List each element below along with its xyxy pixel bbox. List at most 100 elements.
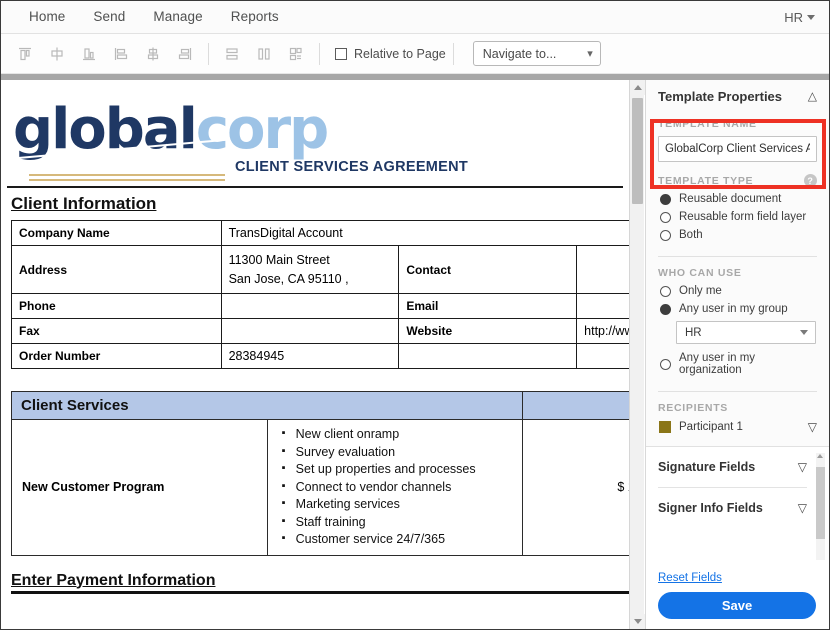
panel-footer: Reset Fields Save — [646, 566, 829, 629]
cell-value-address[interactable]: 11300 Main Street San Jose, CA 95110 , — [220, 245, 400, 294]
radio-icon-selected — [660, 303, 671, 315]
radio-label: Both — [679, 229, 703, 241]
toolbar-divider — [208, 42, 209, 65]
document-header: globalcorp CLIENT SERVICES AGREEMENT — [7, 102, 623, 186]
align-vertical-center-icon[interactable] — [42, 40, 72, 68]
distribute-horizontal-icon[interactable] — [249, 40, 279, 68]
radio-label: Reusable document — [679, 193, 782, 205]
document-title: CLIENT SERVICES AGREEMENT — [235, 159, 469, 175]
logo-underline-1 — [29, 174, 225, 176]
chevron-down-icon[interactable]: ▽ — [808, 420, 817, 434]
chevron-down-icon: ▾ — [587, 48, 593, 60]
field-sections-scrollbar[interactable] — [816, 453, 825, 560]
document-scrollbar[interactable] — [629, 80, 645, 629]
align-bottom-icon[interactable] — [74, 40, 104, 68]
application-window: Home Send Manage Reports HR Relative to … — [0, 0, 830, 630]
reset-fields-link[interactable]: Reset Fields — [658, 572, 722, 584]
align-horizontal-center-icon[interactable] — [138, 40, 168, 68]
alignment-toolbar: Relative to Page Navigate to... ▾ — [1, 34, 829, 74]
group-select-value: HR — [685, 326, 702, 339]
list-item: Customer service 24/7/365 — [280, 530, 519, 549]
chevron-down-icon[interactable]: ▽ — [798, 460, 807, 474]
list-item: Set up properties and processes — [280, 460, 519, 479]
user-menu[interactable]: HR — [784, 10, 829, 25]
save-button[interactable]: Save — [658, 592, 816, 619]
section-heading-client-information: Client Information — [11, 194, 157, 213]
align-top-icon[interactable] — [10, 40, 40, 68]
panel-divider — [658, 256, 817, 257]
recipient-participant-1[interactable]: Participant 1 ▽ — [659, 420, 817, 434]
logo-underline-2 — [29, 179, 225, 181]
radio-any-user-in-my-group[interactable]: Any user in my group — [660, 303, 817, 315]
radio-label: Only me — [679, 285, 722, 297]
top-navigation-bar: Home Send Manage Reports HR — [1, 1, 829, 34]
radio-both[interactable]: Both — [660, 229, 817, 241]
header-rule — [7, 186, 623, 188]
align-right-icon[interactable] — [170, 40, 200, 68]
who-can-use-group: WHO CAN USE Only me Any user in my group… — [646, 261, 829, 382]
user-menu-label: HR — [784, 9, 803, 25]
cell-value-blank[interactable] — [576, 343, 629, 369]
recipients-group: RECIPIENTS Participant 1 ▽ — [646, 396, 829, 440]
radio-icon-selected — [660, 193, 671, 205]
triangle-up-icon — [633, 85, 642, 90]
radio-reusable-form-field-layer[interactable]: Reusable form field layer — [660, 211, 817, 223]
radio-only-me[interactable]: Only me — [660, 285, 817, 297]
group-select-dropdown[interactable]: HR — [676, 321, 816, 344]
help-icon[interactable]: ? — [804, 174, 817, 187]
table-row: Fax Website http://www.transdigitalcorp.… — [11, 318, 629, 344]
radio-label: Any user in my group — [679, 303, 788, 315]
radio-icon — [660, 358, 671, 370]
relative-to-page-checkbox[interactable]: Relative to Page — [335, 47, 446, 61]
cell-label-fax: Fax — [11, 318, 222, 344]
align-left-icon[interactable] — [106, 40, 136, 68]
cell-label-address: Address — [11, 245, 222, 294]
scrollbar-thumb[interactable] — [816, 467, 825, 539]
cell-value-order-number[interactable]: 28384945 — [220, 343, 400, 369]
distribute-vertical-icon[interactable] — [217, 40, 247, 68]
cell-value-contact[interactable] — [576, 245, 629, 294]
relative-to-page-label: Relative to Page — [354, 46, 446, 61]
nav-link-reports[interactable]: Reports — [217, 1, 293, 33]
table-row: New Customer Program New client onramp S… — [11, 419, 629, 556]
recipient-color-swatch — [659, 421, 671, 433]
triangle-down-icon — [633, 619, 642, 624]
radio-any-user-in-my-organization[interactable]: Any user in my organization — [660, 352, 817, 376]
scrollbar-thumb[interactable] — [632, 98, 643, 204]
cell-value-company-name[interactable]: TransDigital Account — [220, 220, 629, 246]
chevron-down-icon — [800, 330, 808, 335]
cell-program-name: New Customer Program — [11, 419, 268, 556]
template-type-label: TEMPLATE TYPE — [658, 174, 754, 187]
recipient-name: Participant 1 — [679, 421, 743, 433]
globalcorp-logo: globalcorp — [13, 102, 329, 158]
section-signature-fields[interactable]: Signature Fields ▽ — [646, 447, 829, 487]
template-name-input[interactable] — [658, 136, 817, 162]
cell-value-website[interactable]: http://www.transdigitalcorp.com — [576, 318, 629, 344]
document-page: globalcorp CLIENT SERVICES AGREEMENT Cli… — [1, 80, 629, 594]
panel-header[interactable]: Template Properties △ — [646, 80, 829, 112]
scroll-up-button[interactable] — [630, 80, 645, 95]
document-viewport: globalcorp CLIENT SERVICES AGREEMENT Cli… — [1, 80, 629, 629]
scroll-down-button[interactable] — [630, 614, 645, 629]
chevron-up-icon[interactable]: △ — [808, 89, 817, 103]
cell-value-fax[interactable] — [220, 318, 400, 344]
section-signer-info-fields[interactable]: Signer Info Fields ▽ — [646, 488, 829, 528]
recipients-label: RECIPIENTS — [658, 402, 729, 414]
cell-value-phone[interactable] — [220, 293, 400, 319]
radio-label: Any user in my organization — [679, 352, 756, 376]
cell-service-items: New client onramp Survey evaluation Set … — [266, 419, 524, 556]
nav-link-home[interactable]: Home — [15, 1, 79, 33]
service-item-list: New client onramp Survey evaluation Set … — [280, 425, 519, 549]
navigate-to-dropdown[interactable]: Navigate to... ▾ — [472, 41, 601, 66]
match-size-icon[interactable] — [281, 40, 311, 68]
chevron-down-icon[interactable]: ▽ — [798, 501, 807, 515]
template-type-group: TEMPLATE TYPE ? Reusable document Reusab… — [646, 168, 829, 247]
template-properties-panel: Template Properties △ TEMPLATE NAME TEMP… — [645, 80, 829, 629]
cell-value-email[interactable] — [576, 293, 629, 319]
radio-label: Reusable form field layer — [679, 211, 807, 223]
nav-link-send[interactable]: Send — [79, 1, 139, 33]
radio-icon — [660, 229, 671, 241]
nav-link-manage[interactable]: Manage — [139, 1, 216, 33]
radio-reusable-document[interactable]: Reusable document — [660, 193, 817, 205]
payment-rule — [11, 590, 629, 594]
